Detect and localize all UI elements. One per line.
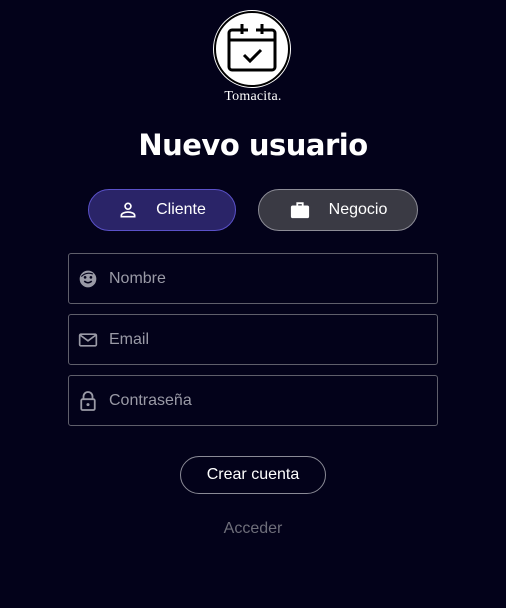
brand-name: Tomacita. xyxy=(224,89,282,104)
page-title: Nuevo usuario xyxy=(138,128,368,162)
account-type-negocio-button[interactable]: Negocio xyxy=(258,189,418,231)
email-input[interactable] xyxy=(109,315,437,364)
password-input[interactable] xyxy=(109,376,437,425)
email-field[interactable] xyxy=(68,314,438,365)
account-type-cliente-button[interactable]: Cliente xyxy=(88,189,236,231)
face-icon xyxy=(78,269,98,289)
login-link[interactable]: Acceder xyxy=(0,520,506,538)
calendar-check-icon xyxy=(214,11,290,87)
name-field[interactable] xyxy=(68,253,438,304)
lock-icon xyxy=(78,390,98,411)
signup-page: Tomacita. Nuevo usuario Cliente Negocio xyxy=(0,0,506,608)
mail-icon xyxy=(78,330,98,350)
create-account-button[interactable]: Crear cuenta xyxy=(180,456,326,494)
account-type-cliente-label: Cliente xyxy=(156,201,206,218)
person-icon xyxy=(118,200,138,220)
name-input[interactable] xyxy=(109,254,437,303)
briefcase-icon xyxy=(289,200,311,220)
app-logo xyxy=(213,10,291,88)
account-type-negocio-label: Negocio xyxy=(328,201,388,218)
password-field[interactable] xyxy=(68,375,438,426)
